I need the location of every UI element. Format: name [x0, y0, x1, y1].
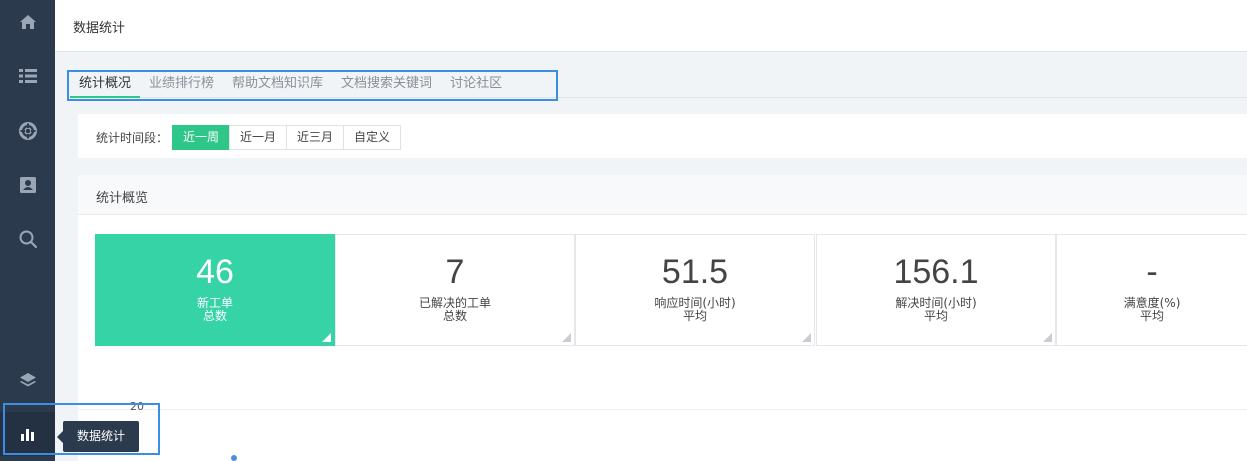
time-option-three-months[interactable]: 近三月	[286, 125, 345, 150]
sidebar-tooltip: 数据统计	[56, 421, 140, 452]
breadcrumb: 数据统计	[73, 21, 126, 36]
time-option-custom[interactable]: 自定义	[343, 125, 402, 150]
nav-home[interactable]	[0, 0, 55, 44]
time-filter-group: 近一周 近一月 近三月 自定义	[172, 125, 402, 150]
stat-label: 满意度(%) 平均	[1123, 296, 1181, 323]
overview-title: 统计概览	[96, 191, 149, 206]
overview-panel: 统计概览 46 新工单 总数 7 已解决的工单 总数 51.5 响应时间(小时) 平均…	[78, 175, 1247, 461]
stat-label: 解决时间(小时) 平均	[895, 296, 977, 323]
nav-list[interactable]	[0, 54, 55, 98]
time-option-week[interactable]: 近一周	[172, 125, 231, 150]
stat-card-resolved-tickets[interactable]: 7 已解决的工单 总数	[335, 234, 575, 346]
list-icon	[18, 69, 37, 83]
corner-triangle-icon	[802, 333, 811, 342]
stat-card-satisfaction[interactable]: - 满意度(%) 平均	[1056, 234, 1247, 346]
layers-icon	[19, 373, 36, 387]
stat-label: 响应时间(小时) 平均	[654, 296, 736, 323]
sidebar	[0, 0, 55, 461]
corner-triangle-icon	[322, 333, 331, 342]
chart-gridline	[78, 409, 1247, 410]
nav-support[interactable]	[0, 109, 55, 153]
time-option-month[interactable]: 近一月	[229, 125, 288, 150]
stat-value: 156.1	[893, 253, 979, 291]
support-icon	[18, 122, 37, 140]
contact-icon	[19, 177, 36, 193]
corner-triangle-icon	[562, 333, 571, 342]
stat-card-response-time[interactable]: 51.5 响应时间(小时) 平均	[575, 234, 815, 346]
stat-label: 已解决的工单 总数	[418, 296, 491, 323]
stat-value: 51.5	[661, 253, 729, 291]
home-icon	[19, 15, 36, 29]
stat-card-new-tickets[interactable]: 46 新工单 总数	[95, 234, 335, 346]
search-icon	[19, 230, 37, 248]
tabs-highlight-box	[67, 70, 558, 101]
nav-contact[interactable]	[0, 163, 55, 207]
time-filter-card: 统计时间段： 近一周 近一月 近三月 自定义	[78, 114, 1247, 158]
nav-layers[interactable]	[0, 358, 55, 402]
nav-search[interactable]	[0, 217, 55, 261]
stat-card-resolution-time[interactable]: 156.1 解决时间(小时) 平均	[816, 234, 1056, 346]
topbar: 数据统计	[55, 0, 1247, 52]
corner-triangle-icon	[1043, 333, 1052, 342]
stat-label: 新工单 总数	[196, 296, 233, 323]
stat-value: 46	[196, 253, 234, 291]
time-filter-label: 统计时间段：	[96, 131, 169, 145]
stat-value: 7	[445, 253, 465, 291]
stat-value: -	[1146, 253, 1158, 291]
overview-header: 统计概览	[78, 175, 1247, 215]
chart-point	[231, 455, 237, 461]
